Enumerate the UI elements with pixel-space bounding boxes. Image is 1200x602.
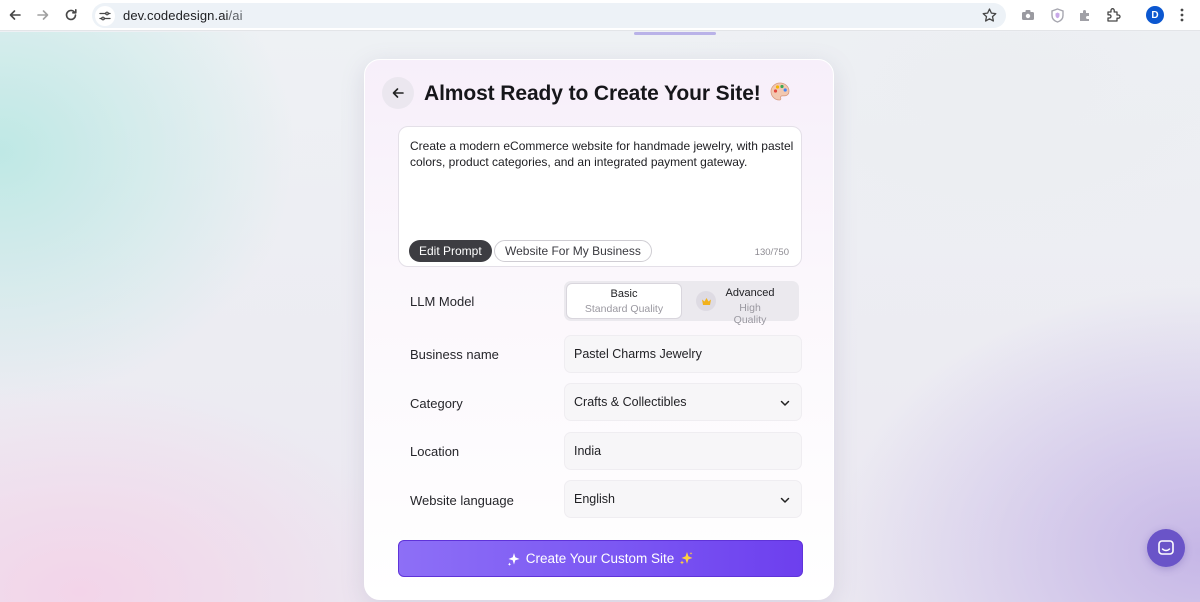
prompt-box[interactable]: Create a modern eCommerce website for ha… [398,126,802,267]
more-menu-icon[interactable] [1173,6,1191,24]
sparkles-emoji-icon [680,552,693,565]
edit-prompt-button[interactable]: Edit Prompt [409,240,492,262]
browser-toolbar: dev.codedesign.ai/ai D [0,0,1200,31]
llm-option-advanced[interactable]: Advanced High Quality [684,283,797,326]
palette-icon [770,82,790,101]
page-title-text: Almost Ready to Create Your Site! [424,82,761,105]
llm-advanced-sub: High Quality [733,302,767,326]
chevron-down-icon [780,400,790,406]
page-title: Almost Ready to Create Your Site! [424,81,791,106]
page-background: Almost Ready to Create Your Site! Create… [0,32,1200,602]
category-value: Crafts & Collectibles [574,395,687,409]
location-value: India [574,444,602,458]
reload-button[interactable] [57,1,85,29]
camera-extension-icon[interactable] [1019,6,1037,24]
category-label: Category [410,396,463,411]
chat-widget-button[interactable] [1147,529,1185,567]
business-name-input[interactable]: Pastel Charms Jewelry [564,335,802,373]
crown-icon [696,291,716,311]
url-host: dev.codedesign.ai [123,8,229,23]
extensions-menu-icon[interactable] [1104,6,1122,24]
chat-icon [1158,540,1174,555]
website-type-chip[interactable]: Website For My Business [494,240,652,262]
create-site-card: Almost Ready to Create Your Site! Create… [364,59,834,600]
arrow-left-icon [9,10,21,20]
character-counter: 130/750 [754,247,789,258]
llm-model-label: LLM Model [410,294,475,309]
shield-extension-icon[interactable] [1048,6,1066,24]
create-site-button[interactable]: Create Your Custom Site [398,540,803,577]
address-bar[interactable]: dev.codedesign.ai/ai [92,3,1006,28]
create-site-label: Create Your Custom Site [525,551,675,566]
profile-avatar[interactable]: D [1146,6,1164,24]
sparkle-icon [507,552,520,566]
location-label: Location [410,444,460,459]
website-language-select[interactable]: English [564,480,802,518]
reload-icon [65,9,77,21]
llm-advanced-name: Advanced [725,287,775,299]
llm-option-basic[interactable]: Basic Standard Quality [566,283,682,319]
arrow-left-icon [392,88,404,98]
forward-nav-button[interactable] [29,1,57,29]
llm-model-toggle: Basic Standard Quality Advanced High Qua… [564,281,799,326]
language-value: English [574,492,615,506]
chevron-down-icon [780,497,790,503]
business-name-value: Pastel Charms Jewelry [574,347,702,361]
category-select[interactable]: Crafts & Collectibles [564,383,802,421]
website-language-label: Website language [410,493,514,508]
site-settings-icon[interactable] [95,5,115,26]
llm-basic-sub: Standard Quality [584,303,664,315]
url-text: dev.codedesign.ai/ai [123,8,243,23]
llm-basic-name: Basic [610,288,638,300]
arrow-right-icon [37,10,49,20]
puzzle-extension-icon[interactable] [1076,6,1094,24]
top-decor-bar [634,32,716,35]
prompt-text[interactable]: Create a modern eCommerce website for ha… [410,138,795,170]
back-button[interactable] [382,77,414,109]
location-input[interactable]: India [564,432,802,470]
bookmark-star-icon[interactable] [981,7,998,24]
url-path: /ai [228,8,243,23]
business-name-label: Business name [410,347,499,362]
back-nav-button[interactable] [1,1,29,29]
